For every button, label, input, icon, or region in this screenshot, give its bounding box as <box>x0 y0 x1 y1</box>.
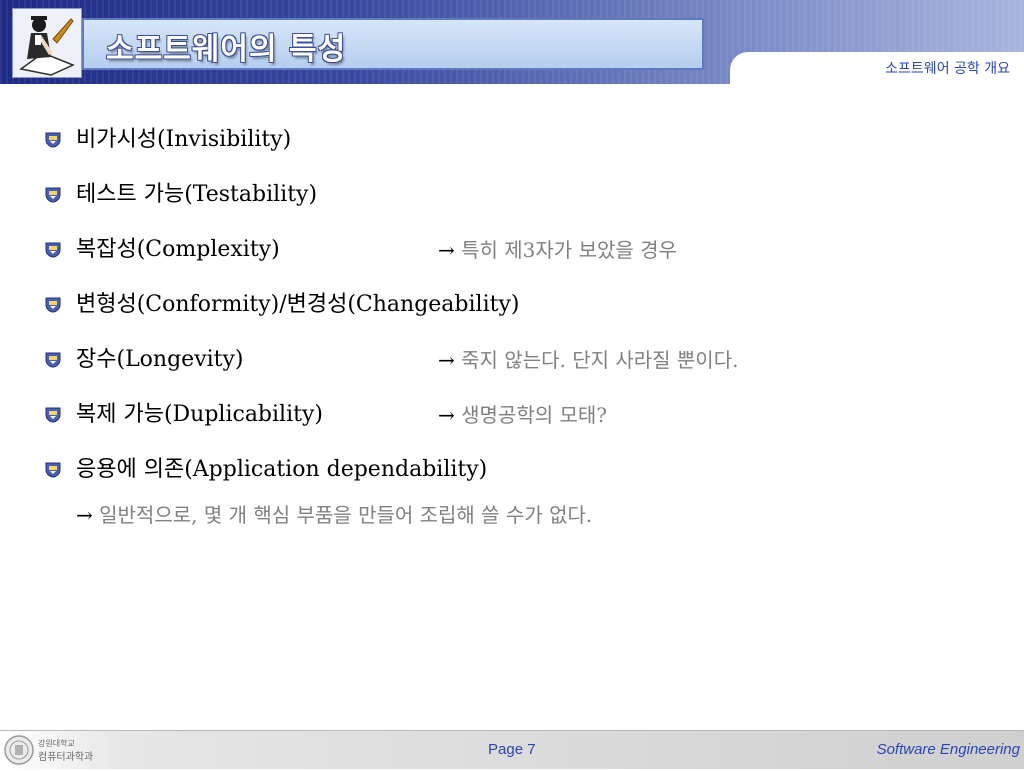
org-line2: 컴퓨터과학과 <box>38 751 93 763</box>
shield-bullet-icon <box>44 407 62 423</box>
arrow-right-icon: → <box>438 403 455 427</box>
item-label: 비가시성(Invisibility) <box>76 127 292 152</box>
shield-bullet-icon <box>44 132 62 148</box>
arrow-right-icon: → <box>438 348 455 372</box>
arrow-right-icon: → <box>438 238 455 262</box>
page-number: Page 7 <box>488 741 536 758</box>
bullet-list: 비가시성(Invisibility) 테스트 가능(Testability) 복… <box>0 0 1024 768</box>
org-line1: 강원대학교 <box>38 738 75 748</box>
footer-course-title: Software Engineering <box>876 741 1020 758</box>
shield-bullet-icon <box>44 352 62 368</box>
item-label: 응용에 의존(Application dependability) <box>76 457 488 482</box>
note-text: 죽지 않는다. 단지 사라질 뿐이다. <box>461 348 739 372</box>
university-seal-icon: 강원대학교 컴퓨터과학과 <box>2 733 102 767</box>
note-text: 특히 제3자가 보았을 경우 <box>461 238 677 262</box>
item-label: 장수(Longevity) <box>76 347 244 372</box>
item-label: 변형성(Conformity)/변경성(Changeability) <box>76 292 520 317</box>
item-label: 테스트 가능(Testability) <box>76 182 318 207</box>
item-note: → 특히 제3자가 보았을 경우 <box>438 234 677 266</box>
arrow-right-icon: → <box>76 503 93 527</box>
shield-bullet-icon <box>44 462 62 478</box>
item-label: 복잡성(Complexity) <box>76 237 280 262</box>
note-text: 생명공학의 모태? <box>461 403 608 427</box>
shield-bullet-icon <box>44 242 62 258</box>
note-text: 일반적으로, 몇 개 핵심 부품을 만들어 조립해 쓸 수가 없다. <box>99 503 593 527</box>
item-label: 복제 가능(Duplicability) <box>76 402 323 427</box>
shield-bullet-icon <box>44 297 62 313</box>
sub-note: → 일반적으로, 몇 개 핵심 부품을 만들어 조립해 쓸 수가 없다. <box>76 499 592 531</box>
footer-bar: 강원대학교 컴퓨터과학과 Page 7 Software Engineering <box>0 730 1024 769</box>
item-note: → 생명공학의 모태? <box>438 399 607 431</box>
item-note: → 죽지 않는다. 단지 사라질 뿐이다. <box>438 344 738 376</box>
shield-bullet-icon <box>44 187 62 203</box>
